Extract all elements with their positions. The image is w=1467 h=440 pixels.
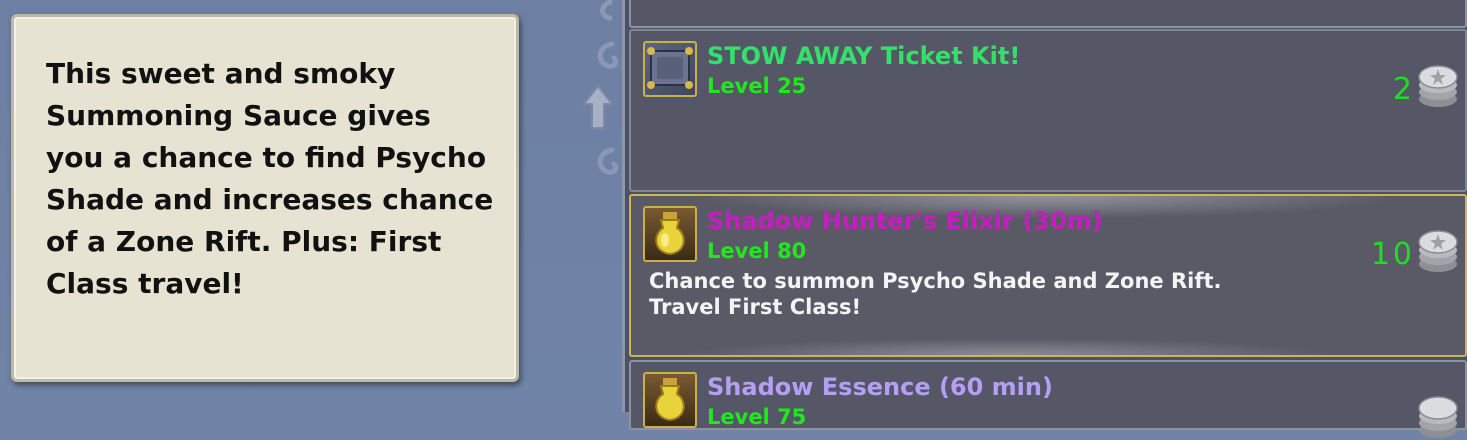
shop-item-list: STOW AWAY Ticket Kit! Level 25 2 Shadow … <box>622 0 1467 438</box>
essence-potion-icon <box>643 372 697 428</box>
list-item[interactable]: Shadow Essence (60 min) Level 75 <box>629 360 1467 438</box>
item-name: STOW AWAY Ticket Kit! <box>707 42 1021 70</box>
tooltip-text: This sweet and smoky Summoning Sauce giv… <box>46 57 494 300</box>
item-level: Level 80 <box>707 239 807 263</box>
coin-stack-icon <box>1418 65 1458 107</box>
coin-stack-icon <box>1418 230 1458 272</box>
item-tooltip: This sweet and smoky Summoning Sauce giv… <box>11 14 519 382</box>
list-item[interactable] <box>629 0 1467 28</box>
item-name: Shadow Essence (60 min) <box>707 373 1053 401</box>
ticket-kit-icon <box>643 41 697 97</box>
item-level: Level 75 <box>707 405 807 429</box>
item-level: Level 25 <box>707 74 807 98</box>
elixir-potion-icon <box>643 206 697 262</box>
scroll-ornaments <box>578 0 624 412</box>
coin-stack-icon <box>1418 396 1458 438</box>
scroll-up-arrow-icon[interactable] <box>581 84 615 129</box>
item-price: 10 <box>1370 237 1415 272</box>
item-description: Chance to summon Psycho Shade and Zone R… <box>649 269 1222 319</box>
item-price: 2 <box>1392 72 1415 107</box>
list-item[interactable]: STOW AWAY Ticket Kit! Level 25 2 <box>629 29 1467 192</box>
item-name: Shadow Hunter's Elixir (30m) <box>707 207 1103 235</box>
list-item-selected[interactable]: Shadow Hunter's Elixir (30m) Level 80 Ch… <box>629 194 1467 357</box>
